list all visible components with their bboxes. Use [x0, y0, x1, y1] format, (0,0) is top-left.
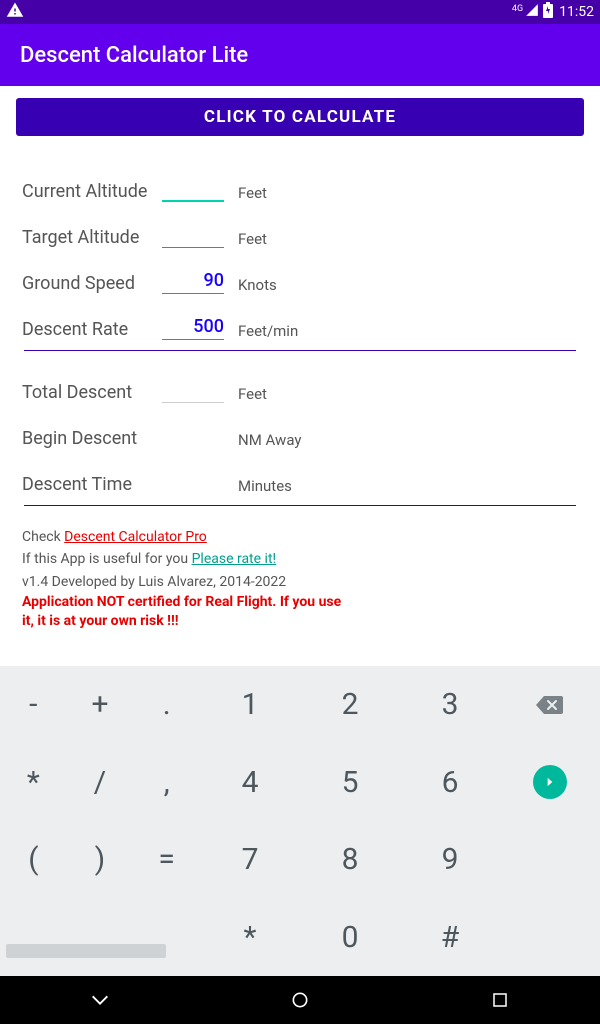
signal-icon: [525, 3, 539, 21]
app-bar: Descent Calculator Lite: [0, 24, 600, 86]
current-altitude-unit: Feet: [238, 184, 267, 202]
rate-link[interactable]: Please rate it!: [192, 551, 277, 567]
app-title: Descent Calculator Lite: [20, 43, 248, 68]
row-descent-rate: Descent Rate Feet/min: [22, 294, 578, 340]
key-5[interactable]: 5: [300, 744, 400, 822]
status-time: 11:52: [559, 4, 594, 20]
key-star[interactable]: *: [0, 744, 67, 822]
nav-recent-button[interactable]: [488, 988, 512, 1012]
ground-speed-label: Ground Speed: [22, 273, 162, 294]
footer: Check Descent Calculator Pro If this App…: [16, 512, 584, 631]
key-0[interactable]: 0: [300, 899, 400, 977]
target-altitude-input[interactable]: [162, 222, 224, 248]
descent-rate-input[interactable]: [162, 314, 224, 340]
key-lparen[interactable]: (: [0, 821, 67, 899]
ground-speed-input[interactable]: [162, 268, 224, 294]
key-hash[interactable]: #: [400, 899, 500, 977]
row-descent-time: Descent Time Minutes: [22, 449, 578, 495]
useful-text: If this App is useful for you: [22, 551, 192, 567]
key-space[interactable]: [6, 944, 166, 958]
key-dot[interactable]: .: [133, 666, 200, 744]
divider: [24, 350, 576, 351]
key-backspace[interactable]: [535, 694, 565, 716]
check-text: Check: [22, 529, 64, 545]
key-star2[interactable]: *: [200, 899, 300, 977]
key-enter[interactable]: [533, 765, 567, 799]
pro-link[interactable]: Descent Calculator Pro: [64, 529, 207, 545]
ground-speed-unit: Knots: [238, 276, 277, 294]
key-8[interactable]: 8: [300, 821, 400, 899]
key-plus[interactable]: +: [67, 666, 134, 744]
nav-back-button[interactable]: [88, 988, 112, 1012]
row-target-altitude: Target Altitude Feet: [22, 202, 578, 248]
key-equals[interactable]: =: [133, 821, 200, 899]
descent-rate-label: Descent Rate: [22, 319, 162, 340]
calculate-button[interactable]: CLICK TO CALCULATE: [16, 98, 584, 136]
descent-rate-unit: Feet/min: [238, 322, 298, 340]
divider-2: [24, 505, 576, 506]
key-rparen[interactable]: ): [67, 821, 134, 899]
total-descent-unit: Feet: [238, 385, 267, 403]
row-total-descent: Total Descent Feet: [22, 357, 578, 403]
key-minus[interactable]: -: [0, 666, 67, 744]
battery-charging-icon: [543, 2, 553, 22]
key-9[interactable]: 9: [400, 821, 500, 899]
begin-descent-unit: NM Away: [238, 431, 301, 449]
key-6[interactable]: 6: [400, 744, 500, 822]
descent-time-label: Descent Time: [22, 474, 162, 495]
begin-descent-output: [162, 425, 224, 449]
network-4g-label: 4G: [512, 5, 523, 14]
descent-time-output: [162, 471, 224, 495]
android-nav-bar: [0, 976, 600, 1024]
key-4[interactable]: 4: [200, 744, 300, 822]
numeric-keyboard: - + . * / , ( ) = 1 2 3 4 5 6 7 8 9 * 0 …: [0, 666, 600, 976]
key-slash[interactable]: /: [67, 744, 134, 822]
total-descent-output: [162, 379, 224, 403]
row-begin-descent: Begin Descent NM Away: [22, 403, 578, 449]
warning-text: Application NOT certified for Real Fligh…: [22, 593, 342, 631]
key-1[interactable]: 1: [200, 666, 300, 744]
key-7[interactable]: 7: [200, 821, 300, 899]
current-altitude-label: Current Altitude: [22, 181, 162, 202]
row-ground-speed: Ground Speed Knots: [22, 248, 578, 294]
total-descent-label: Total Descent: [22, 382, 162, 403]
key-comma[interactable]: ,: [133, 744, 200, 822]
target-altitude-unit: Feet: [238, 230, 267, 248]
key-2[interactable]: 2: [300, 666, 400, 744]
target-altitude-label: Target Altitude: [22, 227, 162, 248]
current-altitude-input[interactable]: [162, 175, 224, 202]
row-current-altitude: Current Altitude Feet: [22, 156, 578, 202]
android-status-bar: 4G 11:52: [0, 0, 600, 24]
warning-icon: [6, 1, 24, 23]
version-text: v1.4 Developed by Luis Alvarez, 2014-202…: [22, 571, 578, 593]
begin-descent-label: Begin Descent: [22, 428, 162, 449]
descent-time-unit: Minutes: [238, 477, 292, 495]
nav-home-button[interactable]: [288, 988, 312, 1012]
key-3[interactable]: 3: [400, 666, 500, 744]
